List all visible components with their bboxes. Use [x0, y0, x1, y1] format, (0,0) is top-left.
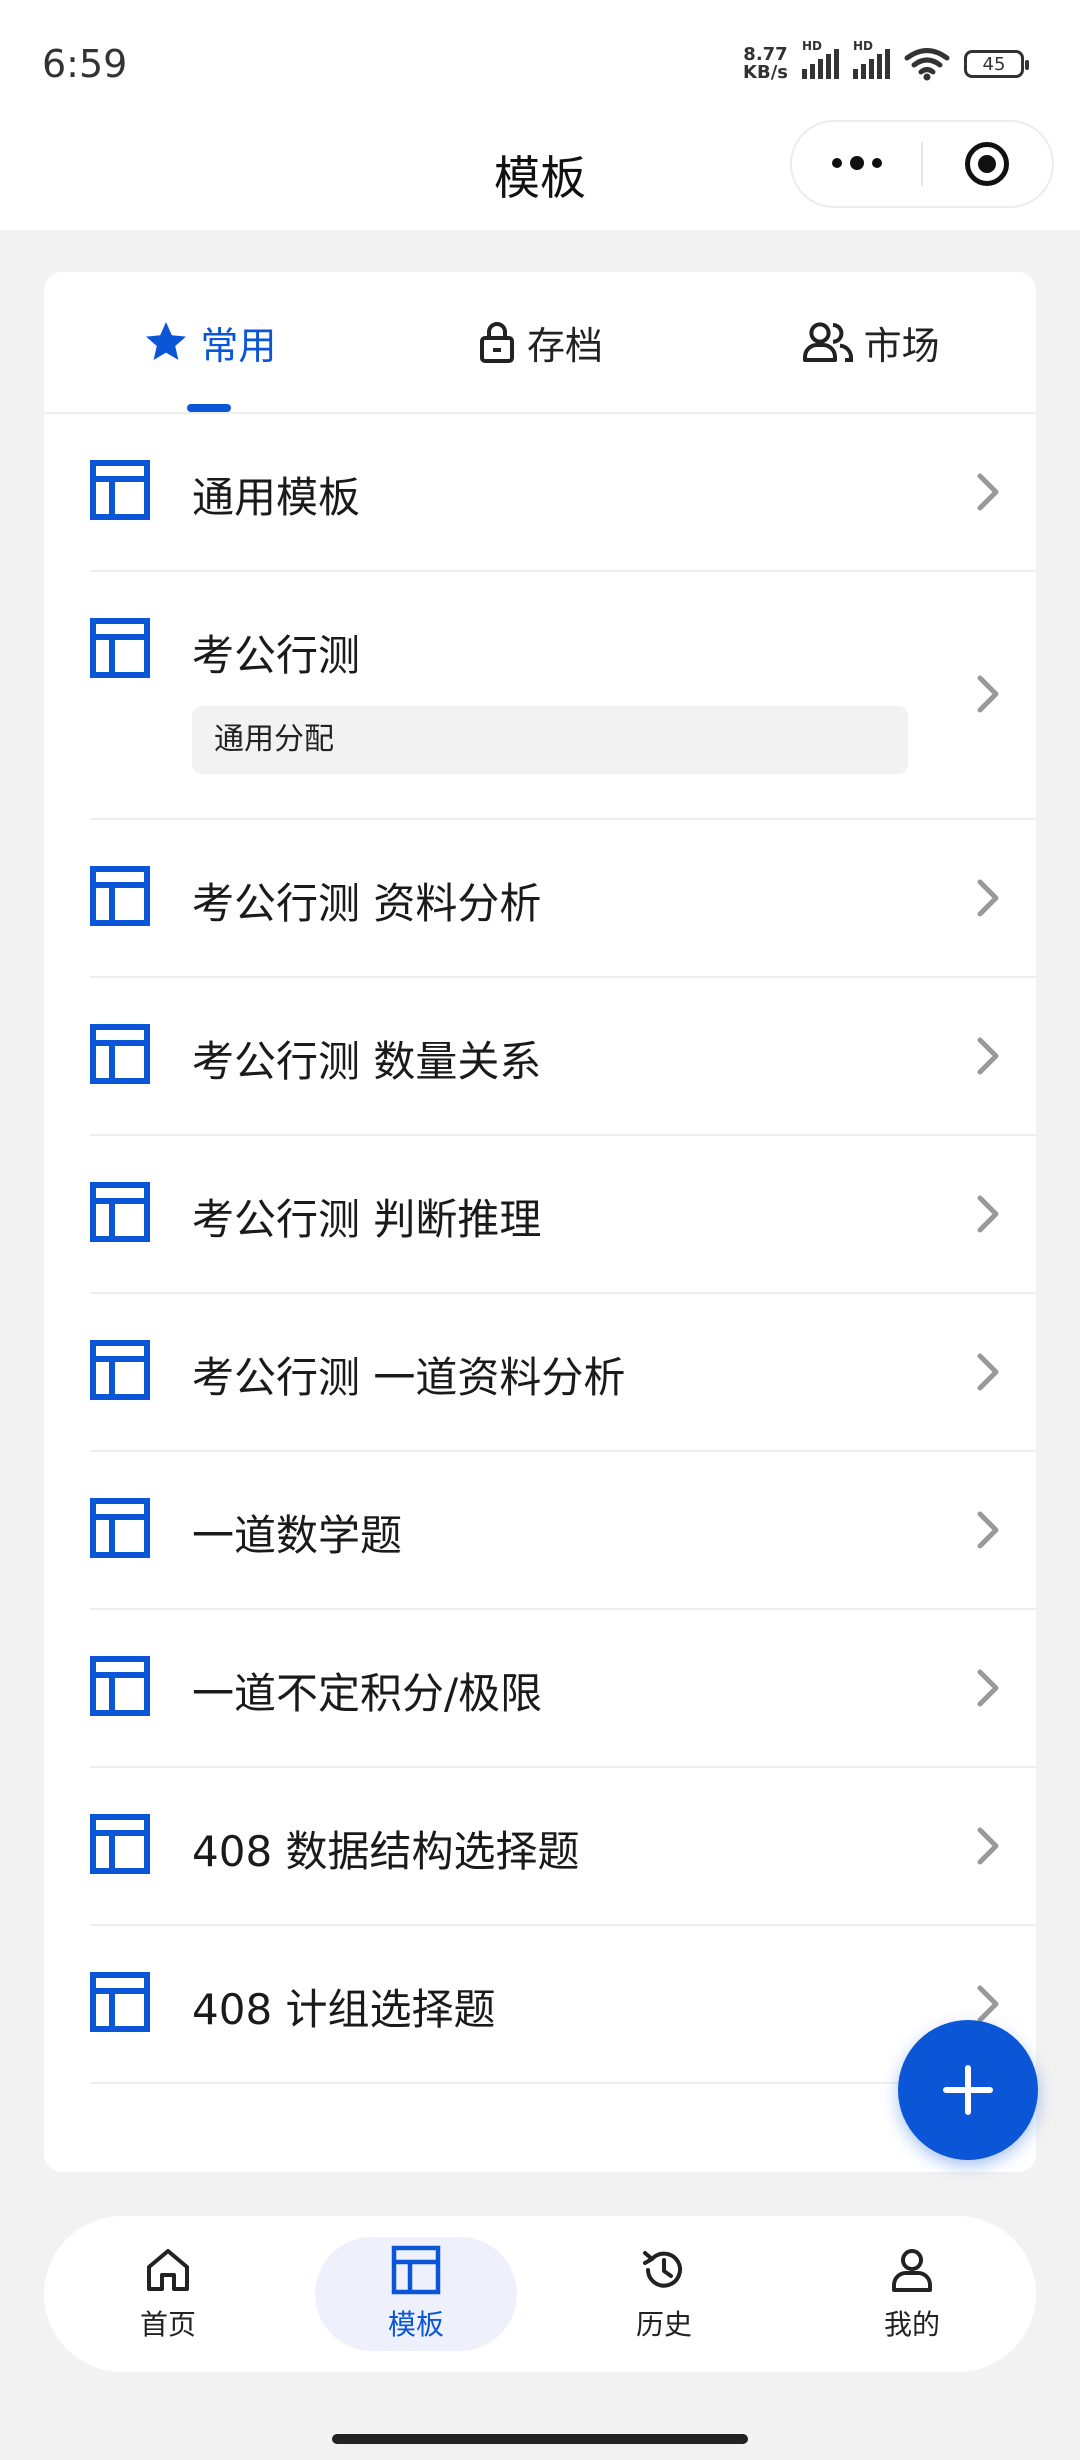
network-speed: 8.77 KB/s — [743, 44, 788, 83]
tab-label: 常用 — [200, 323, 277, 368]
plus-icon — [943, 2065, 993, 2115]
tabbar-label: 模板 — [387, 2308, 444, 2341]
template-tabs: 常用 存档 市场 — [44, 272, 1036, 414]
star-icon — [146, 322, 187, 360]
add-template-button[interactable] — [898, 2020, 1038, 2160]
tabbar-item-mine[interactable]: 我的 — [788, 2216, 1036, 2372]
chevron-right-icon — [977, 1195, 999, 1233]
template-name: 考公行测 — [192, 631, 361, 680]
history-icon — [643, 2251, 682, 2288]
close-mini-program-button[interactable] — [923, 142, 1052, 186]
template-row[interactable]: 408 数据结构选择题 — [90, 1768, 1036, 1926]
tabbar-label: 首页 — [139, 2308, 196, 2341]
template-icon — [90, 866, 150, 926]
tabbar-item-history[interactable]: 历史 — [540, 2216, 788, 2372]
template-icon — [391, 2245, 441, 2295]
template-name: 一道数学题 — [192, 1511, 403, 1560]
tab-market[interactable]: 市场 — [705, 272, 1036, 412]
dot-icon — [871, 158, 882, 168]
tabbar-label: 我的 — [883, 2308, 940, 2341]
template-name: 考公行测 数量关系 — [192, 1037, 542, 1086]
template-icon — [90, 1498, 150, 1558]
template-row[interactable]: 一道不定积分/极限 — [90, 1610, 1036, 1768]
active-tab-indicator — [187, 404, 232, 412]
template-icon — [90, 1182, 150, 1242]
status-icons: 8.77 KB/s HD HD 45 — [743, 39, 1029, 84]
template-row[interactable]: 考公行测 通用分配 — [90, 572, 1036, 820]
template-icon — [90, 1656, 150, 1716]
template-tag: 通用分配 — [192, 706, 908, 774]
template-row[interactable]: 考公行测 一道资料分析 — [90, 1294, 1036, 1452]
home-icon — [147, 2249, 189, 2291]
battery-icon: 45 — [964, 50, 1029, 78]
template-name: 通用模板 — [192, 473, 361, 522]
more-button[interactable] — [792, 156, 921, 170]
tab-label: 存档 — [527, 323, 604, 368]
template-row[interactable]: 考公行测 数量关系 — [90, 978, 1036, 1136]
tabbar-item-templates[interactable]: 模板 — [292, 2216, 540, 2372]
chevron-right-icon — [977, 1353, 999, 1391]
bottom-tab-bar: 首页 模板 历史 我的 — [44, 2216, 1036, 2372]
template-name: 408 计组选择题 — [192, 1985, 496, 2034]
chevron-right-icon — [977, 675, 999, 713]
template-row[interactable]: 考公行测 资料分析 — [90, 820, 1036, 978]
template-icon — [90, 1814, 150, 1874]
home-indicator[interactable] — [332, 2434, 748, 2444]
template-row[interactable]: 408 计组选择题 — [90, 1926, 1036, 2084]
chevron-right-icon — [977, 473, 999, 511]
signal-icon: HD — [853, 39, 890, 79]
template-name: 考公行测 判断推理 — [192, 1195, 542, 1244]
people-icon — [802, 322, 853, 362]
target-icon — [965, 142, 1010, 186]
dot-icon — [849, 156, 864, 170]
template-card: 常用 存档 市场 通用模板 考公行测 通用分配 考公行测 资料分析 考公行测 数… — [44, 272, 1036, 2172]
template-row[interactable]: 考公行测 判断推理 — [90, 1136, 1036, 1294]
tab-common[interactable]: 常用 — [44, 272, 375, 412]
mini-program-capsule — [790, 120, 1054, 208]
tabbar-item-home[interactable]: 首页 — [44, 2216, 292, 2372]
template-row[interactable]: 通用模板 — [90, 414, 1036, 572]
chevron-right-icon — [977, 1511, 999, 1549]
chevron-right-icon — [977, 1669, 999, 1707]
template-name: 一道不定积分/极限 — [192, 1669, 543, 1718]
user-icon — [892, 2249, 932, 2292]
wifi-icon — [904, 48, 950, 81]
chevron-right-icon — [977, 1827, 999, 1865]
tabbar-label: 历史 — [635, 2308, 692, 2341]
chevron-right-icon — [977, 1037, 999, 1075]
status-bar: 6:59 8.77 KB/s HD HD 45 — [0, 0, 1080, 120]
template-icon — [90, 1972, 150, 2032]
dot-icon — [831, 158, 842, 168]
template-icon — [90, 618, 150, 678]
signal-icon: HD — [802, 39, 839, 79]
template-icon — [90, 1340, 150, 1400]
template-name: 考公行测 资料分析 — [192, 879, 542, 928]
template-icon — [90, 1024, 150, 1084]
template-name: 考公行测 一道资料分析 — [192, 1353, 626, 1402]
template-name: 408 数据结构选择题 — [192, 1827, 580, 1876]
tab-label: 市场 — [863, 323, 940, 368]
nav-bar: 模板 — [0, 120, 1080, 230]
status-time: 6:59 — [42, 42, 128, 86]
tab-archive[interactable]: 存档 — [375, 272, 706, 412]
template-row[interactable]: 一道数学题 — [90, 1452, 1036, 1610]
template-icon — [90, 460, 150, 520]
lock-icon — [480, 322, 514, 363]
chevron-right-icon — [977, 879, 999, 917]
